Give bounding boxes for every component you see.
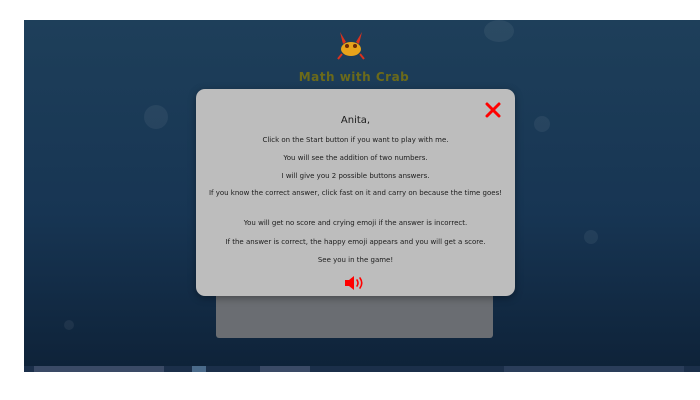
instruction-line: See you in the game!: [317, 256, 394, 264]
speaker-icon[interactable]: [344, 275, 366, 291]
dialog-greeting: Anita,: [340, 115, 371, 126]
app-title: Math with Crab: [298, 70, 410, 84]
instruction-line: If the answer is correct, the happy emoj…: [225, 238, 486, 246]
background-bubble: [64, 320, 74, 330]
background-bubble: [484, 20, 514, 42]
instructions-dialog: Anita, Click on the Start button if you …: [196, 89, 515, 296]
game-panel: [216, 292, 493, 338]
instruction-line: You will see the addition of two numbers…: [283, 154, 428, 162]
background-bubble: [144, 105, 168, 129]
taskbar: [24, 366, 700, 372]
crab-logo-icon: [337, 32, 365, 60]
instruction-line: I will give you 2 possible buttons answe…: [281, 172, 430, 180]
background-bubble: [534, 116, 550, 132]
instruction-line: You will get no score and crying emoji i…: [243, 219, 468, 227]
background-bubble: [584, 230, 598, 244]
instruction-line: If you know the correct answer, click fa…: [208, 189, 503, 197]
instruction-line: Click on the Start button if you want to…: [262, 136, 449, 144]
